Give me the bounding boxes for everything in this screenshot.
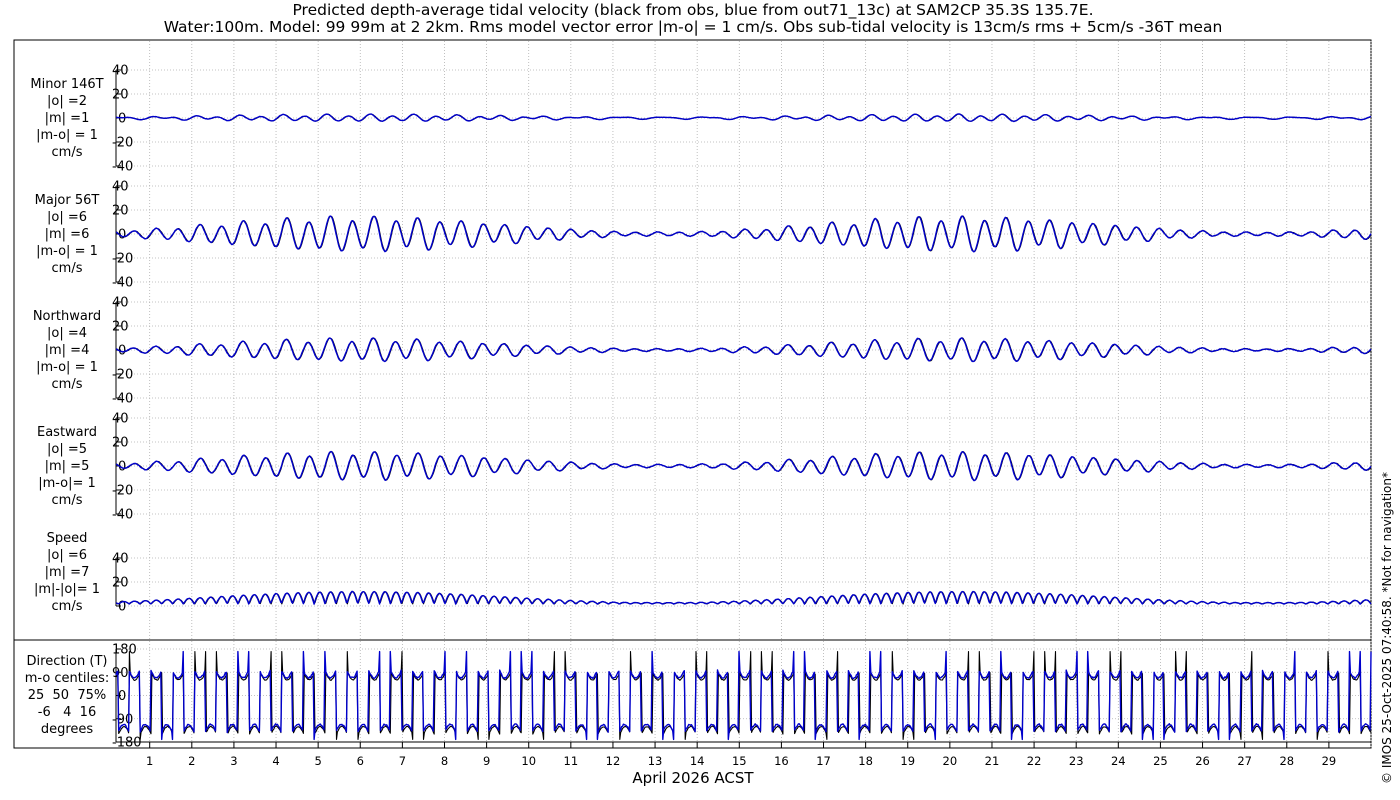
panel-label-line: cm/s (51, 598, 83, 614)
panel-label-line: degrees (40, 722, 94, 737)
xtick-label-5: 5 (314, 754, 321, 768)
panel-label-line: Minor 146T (30, 76, 104, 92)
panel-label-line: |m| =1 (44, 110, 90, 126)
panel-label-line: Northward (32, 308, 102, 324)
x-axis-label: April 2026 ACST (632, 769, 754, 787)
xtick-label-28: 28 (1279, 754, 1294, 768)
panel-label-line: -6 4 16 (37, 705, 97, 720)
xtick-label-16: 16 (774, 754, 789, 768)
panel-label-2: Major 56T |o| =6 |m| =6 |m-o| = 1 cm/s (14, 192, 120, 277)
panel-label-line: cm/s (51, 260, 83, 276)
panel-label-line: |m-o| = 1 (36, 359, 98, 375)
panel-label-line: |m| =5 (44, 458, 90, 474)
panel-label-3: Northward |o| =4 |m| =4 |m-o| = 1 cm/s (14, 308, 120, 393)
xtick-label-3: 3 (230, 754, 237, 768)
xtick-label-26: 26 (1195, 754, 1210, 768)
xtick-label-8: 8 (441, 754, 448, 768)
panel-label-line: Direction (T) (26, 654, 108, 669)
xtick-label-24: 24 (1111, 754, 1126, 768)
xtick-label-18: 18 (858, 754, 873, 768)
xtick-label-13: 13 (648, 754, 663, 768)
xtick-label-20: 20 (943, 754, 958, 768)
panel-label-line: |m-o| = 1 (36, 243, 98, 259)
panel-label-line: Eastward (36, 424, 98, 440)
chart-title-line-2: Water:100m. Model: 99 99m at 2 2km. Rms … (163, 18, 1223, 36)
panel-label-line: |o| =6 (46, 209, 87, 225)
xtick-label-25: 25 (1153, 754, 1168, 768)
panel-label-line: |o| =4 (46, 325, 87, 341)
panel-label-line: 25 50 75% (27, 688, 107, 703)
xtick-label-2: 2 (188, 754, 195, 768)
imos-watermark: © IMOS 25-Oct-2025 07:40:58. *Not for na… (1380, 472, 1394, 784)
xtick-label-15: 15 (732, 754, 747, 768)
ytick-label: -40 (112, 160, 133, 175)
xtick-label-6: 6 (357, 754, 364, 768)
xtick-label-10: 10 (521, 754, 536, 768)
xtick-label-29: 29 (1322, 754, 1337, 768)
xtick-label-1: 1 (146, 754, 153, 768)
xtick-label-9: 9 (483, 754, 490, 768)
xtick-label-17: 17 (816, 754, 831, 768)
panel-label-1: Minor 146T |o| =2 |m| =1 |m-o| = 1 cm/s (14, 76, 120, 161)
panel-label-line: Major 56T (34, 192, 100, 208)
panel-label-line: |o| =5 (46, 441, 87, 457)
tidal-velocity-figure: -40-2002040-40-2002040-40-2002040-40-200… (13, 39, 1372, 768)
panel-label-4: Eastward |o| =5 |m| =5 |m-o|= 1 cm/s (14, 424, 120, 509)
panel-label-line: Speed (46, 530, 88, 546)
ytick-label: -40 (112, 276, 133, 291)
xtick-label-4: 4 (272, 754, 279, 768)
panel-label-line: m-o centiles: (24, 671, 110, 686)
lower-frame (13, 639, 1372, 749)
xtick-label-14: 14 (690, 754, 705, 768)
xtick-label-19: 19 (900, 754, 915, 768)
xtick-label-11: 11 (564, 754, 579, 768)
panel-label-line: cm/s (51, 376, 83, 392)
ytick-label: -40 (112, 508, 133, 523)
xtick-label-21: 21 (985, 754, 1000, 768)
xtick-label-12: 12 (606, 754, 621, 768)
xtick-label-23: 23 (1069, 754, 1084, 768)
panel-label-line: |m-o|= 1 (38, 475, 96, 491)
xtick-label-22: 22 (1027, 754, 1042, 768)
panel-label-line: |o| =2 (46, 93, 87, 109)
panel-label-line: |m|-|o|= 1 (33, 581, 101, 597)
panel-label-5: Speed |o| =6 |m| =7 |m|-|o|= 1 cm/s (14, 530, 120, 615)
panel-label-line: |m| =4 (44, 342, 90, 358)
panel-label-line: |m| =6 (44, 226, 90, 242)
panel-label-line: cm/s (51, 492, 83, 508)
ytick-label: -40 (112, 392, 133, 407)
panel-label-line: |m-o| = 1 (36, 127, 98, 143)
panel-label-line: cm/s (51, 144, 83, 160)
xtick-label-27: 27 (1237, 754, 1252, 768)
panel-label-line: |o| =6 (46, 547, 87, 563)
xtick-label-7: 7 (399, 754, 406, 768)
model-series-panel-5 (115, 590, 1372, 605)
upper-frame (13, 39, 1372, 641)
panel-label-line: |m| =7 (44, 564, 90, 580)
panel-label-6: Direction (T) m-o centiles: 25 50 75% -6 4 … (14, 653, 120, 738)
